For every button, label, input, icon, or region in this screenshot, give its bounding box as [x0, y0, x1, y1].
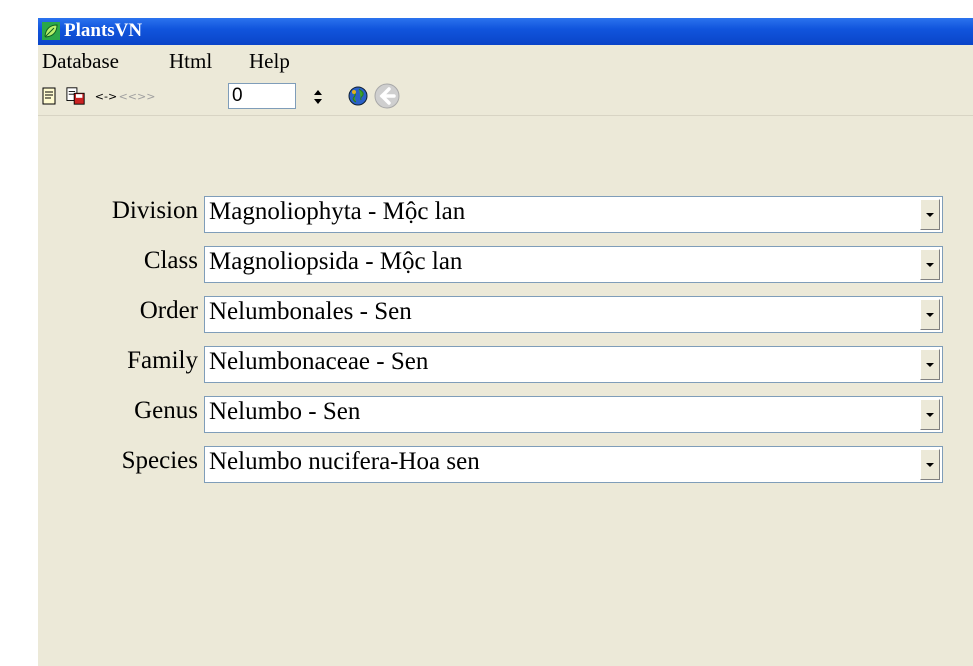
species-row: Species Nelumbo nucifera-Hoa sen: [38, 444, 943, 494]
menu-bar: Database Html Help: [38, 45, 973, 77]
species-dropdown-button[interactable]: [920, 449, 940, 480]
back-arrow-icon: [374, 83, 400, 109]
navigate-all-label: <<>>: [118, 89, 156, 103]
window-title: PlantsVN: [64, 20, 143, 41]
chevron-down-icon: [926, 462, 934, 467]
genus-label: Genus: [134, 397, 198, 424]
chevron-down-icon: [926, 412, 934, 417]
division-value: Magnoliophyta - Mộc lan: [209, 198, 466, 225]
order-dropdown-button[interactable]: [920, 299, 940, 330]
species-value: Nelumbo nucifera-Hoa sen: [209, 448, 480, 475]
division-row: Division Magnoliophyta - Mộc lan: [38, 194, 943, 244]
navigate-all-button: <<>>: [119, 85, 156, 107]
web-globe-button[interactable]: [346, 85, 370, 107]
order-select[interactable]: Nelumbonales - Sen: [204, 296, 943, 333]
species-label: Species: [121, 447, 198, 474]
division-select[interactable]: Magnoliophyta - Mộc lan: [204, 196, 943, 233]
chevron-down-icon: [926, 212, 934, 217]
record-spinner[interactable]: [310, 84, 326, 110]
new-document-button[interactable]: [40, 85, 60, 107]
menu-help[interactable]: Help: [249, 49, 290, 74]
record-number-value: 0: [232, 85, 243, 106]
menu-html[interactable]: Html: [169, 49, 212, 74]
class-row: Class Magnoliopsida - Mộc lan: [38, 244, 943, 294]
spinner-arrows-icon: [314, 90, 322, 104]
chevron-down-icon: [926, 262, 934, 267]
back-button[interactable]: [372, 83, 402, 109]
order-value: Nelumbonales - Sen: [209, 298, 412, 325]
chevron-down-icon: [926, 312, 934, 317]
genus-dropdown-button[interactable]: [920, 399, 940, 430]
division-dropdown-button[interactable]: [920, 199, 940, 230]
family-row: Family Nelumbonaceae - Sen: [38, 344, 943, 394]
class-value: Magnoliopsida - Mộc lan: [209, 248, 463, 275]
genus-select[interactable]: Nelumbo - Sen: [204, 396, 943, 433]
class-select[interactable]: Magnoliopsida - Mộc lan: [204, 246, 943, 283]
order-label: Order: [139, 297, 198, 324]
document-icon: [42, 87, 56, 105]
family-label: Family: [127, 347, 198, 374]
class-dropdown-button[interactable]: [920, 249, 940, 280]
app-window: PlantsVN Database Html Help <-> <<>> 0 D…: [38, 18, 973, 666]
toolbar: <-> <<>> 0: [38, 77, 973, 116]
menu-database[interactable]: Database: [42, 49, 119, 74]
genus-row: Genus Nelumbo - Sen: [38, 394, 943, 444]
save-document-icon: [66, 87, 85, 105]
division-label: Division: [111, 197, 198, 224]
family-select[interactable]: Nelumbonaceae - Sen: [204, 346, 943, 383]
class-label: Class: [143, 247, 198, 274]
species-select[interactable]: Nelumbo nucifera-Hoa sen: [204, 446, 943, 483]
order-row: Order Nelumbonales - Sen: [38, 294, 943, 344]
genus-value: Nelumbo - Sen: [209, 398, 361, 425]
family-value: Nelumbonaceae - Sen: [209, 348, 429, 375]
family-dropdown-button[interactable]: [920, 349, 940, 380]
navigate-button[interactable]: <->: [93, 85, 119, 107]
save-document-button[interactable]: [66, 85, 86, 107]
title-bar[interactable]: PlantsVN: [38, 18, 973, 45]
globe-icon: [348, 86, 368, 106]
navigate-label: <->: [94, 89, 118, 103]
leaf-app-icon: [42, 22, 60, 40]
record-number-input[interactable]: 0: [228, 83, 296, 109]
chevron-down-icon: [926, 362, 934, 367]
